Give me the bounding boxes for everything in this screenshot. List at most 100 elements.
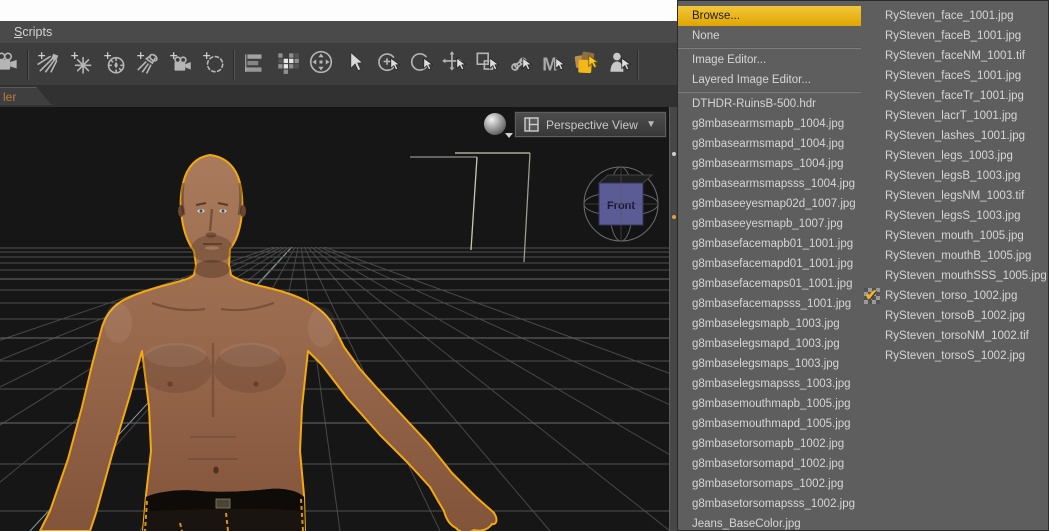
create-sun-light-button[interactable]: + — [98, 46, 131, 84]
menu-item[interactable]: RySteven_faceNM_1001.tif — [861, 46, 1048, 66]
menu-item[interactable]: RySteven_faceS_1001.jpg — [861, 66, 1048, 86]
menu-item[interactable]: RySteven_mouth_1005.jpg — [861, 226, 1048, 246]
menu-item[interactable]: RySteven_legsS_1003.jpg — [861, 206, 1048, 226]
svg-text:+: + — [136, 49, 145, 62]
pointer-tool-button[interactable] — [337, 46, 370, 84]
menu-item[interactable]: RySteven_lacrT_1001.jpg — [861, 106, 1048, 126]
menu-item-label: g8mbaseeyesmapb_1007.jpg — [692, 218, 843, 230]
menu-item-label: RySteven_faceS_1001.jpg — [885, 70, 1022, 82]
menu-item-label: g8mbasearmsmapb_1004.jpg — [692, 118, 845, 130]
menu-item[interactable]: DTHDR-RuinsB-500.hdr — [678, 94, 861, 114]
menu-item[interactable]: g8mbasefacemapb01_1001.jpg — [678, 234, 861, 254]
create-spotlight-icon: + — [135, 49, 161, 80]
top-white-strip — [0, 0, 677, 21]
menu-item-label: g8mbasefacemapb01_1001.jpg — [692, 238, 854, 250]
translate-tool-button[interactable] — [436, 46, 469, 84]
create-point-light-button[interactable]: + — [65, 46, 98, 84]
menu-item[interactable]: None — [678, 26, 861, 46]
menu-item[interactable]: RySteven_mouthB_1005.jpg — [861, 246, 1048, 266]
menu-item[interactable]: RySteven_legs_1003.jpg — [861, 146, 1048, 166]
menu-item[interactable]: g8mbasemouthmapb_1005.jpg — [678, 394, 861, 414]
draw-style-caret-icon[interactable] — [505, 133, 513, 138]
menu-item[interactable]: g8mbaseeyesmap02d_1007.jpg — [678, 194, 861, 214]
create-distant-light-icon: + — [36, 49, 62, 80]
scene-pane-button[interactable] — [238, 46, 271, 84]
menu-item-label: g8mbaselegsmapb_1003.jpg — [692, 318, 840, 330]
scene-pane-icon — [242, 49, 268, 80]
menu-item[interactable]: g8mbasefacemaps01_1001.jpg — [678, 274, 861, 294]
menu-item[interactable]: g8mbaselegsmaps_1003.jpg — [678, 354, 861, 374]
menu-item[interactable]: RySteven_faceB_1001.jpg — [861, 26, 1048, 46]
pane-tab[interactable]: ler — [0, 87, 52, 105]
joint-editor-tool-button[interactable] — [502, 46, 535, 84]
menu-item[interactable]: g8mbasetorsomapb_1002.jpg — [678, 434, 861, 454]
menu-item[interactable]: g8mbasemouthmapd_1005.jpg — [678, 414, 861, 434]
menu-item-label: g8mbaselegsmaps_1003.jpg — [692, 358, 840, 370]
menu-item[interactable]: RySteven_face_1001.jpg — [861, 6, 1048, 26]
menu-item[interactable]: g8mbasetorsomaps_1002.jpg — [678, 474, 861, 494]
menu-item-label: RySteven_legsS_1003.jpg — [885, 210, 1021, 222]
menu-item-label: RySteven_faceB_1001.jpg — [885, 30, 1022, 42]
menu-item[interactable]: Browse... — [678, 6, 861, 26]
viewport-pan-button[interactable] — [304, 46, 337, 84]
menu-item[interactable]: g8mbasearmsmapsss_1004.jpg — [678, 174, 861, 194]
rotate-tool-icon — [407, 49, 434, 80]
menu-item-label: g8mbasetorsomapsss_1002.jpg — [692, 498, 856, 510]
view-cube[interactable]: Front — [583, 166, 659, 242]
menu-item-label: Layered Image Editor... — [692, 74, 811, 86]
create-distant-light-button[interactable]: + — [32, 46, 65, 84]
menu-item[interactable]: g8mbaselegsmapsss_1003.jpg — [678, 374, 861, 394]
menu-item[interactable]: RySteven_lashes_1001.jpg — [861, 126, 1048, 146]
menu-item[interactable]: g8mbasefacemapsss_1001.jpg — [678, 294, 861, 314]
create-null-button[interactable]: + — [197, 46, 230, 84]
menu-item[interactable]: g8mbaselegsmapd_1003.jpg — [678, 334, 861, 354]
scale-tool-button[interactable] — [469, 46, 502, 84]
menu-item[interactable]: RySteven_legsNM_1003.tif — [861, 186, 1048, 206]
create-camera-button[interactable]: + — [164, 46, 197, 84]
menu-item[interactable]: Layered Image Editor... — [678, 70, 861, 90]
animate-tool-button[interactable]: M — [535, 46, 568, 84]
menu-scripts[interactable]: Scripts — [0, 25, 62, 39]
menu-item[interactable]: g8mbaselegsmapb_1003.jpg — [678, 314, 861, 334]
create-spotlight-button[interactable]: + — [131, 46, 164, 84]
menu-item-label: Jeans_BaseColor.jpg — [692, 518, 801, 530]
translate-tool-icon — [440, 49, 467, 80]
surface-selection-tool-button[interactable] — [568, 46, 601, 84]
menu-item[interactable]: g8mbasetorsomapd_1002.jpg — [678, 454, 861, 474]
rotate-orbit-tool-button[interactable] — [370, 46, 403, 84]
menu-item[interactable]: RySteven_torso_1002.jpg — [861, 286, 1048, 306]
menu-item[interactable]: RySteven_legsB_1003.jpg — [861, 166, 1048, 186]
new-camera-button[interactable] — [0, 46, 24, 84]
menu-item-label: g8mbasefacemaps01_1001.jpg — [692, 278, 853, 290]
menu-item[interactable]: Jeans_BaseColor.jpg — [678, 514, 861, 531]
rotate-tool-button[interactable] — [403, 46, 436, 84]
menu-item[interactable]: g8mbasearmsmapb_1004.jpg — [678, 114, 861, 134]
menu-item[interactable]: RySteven_mouthSSS_1005.jpg — [861, 266, 1048, 286]
menu-item[interactable]: g8mbasearmsmaps_1004.jpg — [678, 154, 861, 174]
figure-selection-tool-button[interactable] — [601, 46, 634, 84]
menu-item[interactable]: g8mbasefacemapd01_1001.jpg — [678, 254, 861, 274]
menu-item[interactable]: g8mbasearmsmapd_1004.jpg — [678, 134, 861, 154]
tile-layout-button[interactable] — [271, 46, 304, 84]
joint-editor-tool-icon — [506, 49, 533, 80]
menu-item[interactable]: RySteven_torsoS_1002.jpg — [861, 346, 1048, 366]
menu-item-label: Image Editor... — [692, 54, 767, 66]
view-selector-dropdown[interactable]: Perspective View ▼ — [514, 111, 667, 138]
viewport-3d[interactable]: Front Perspective View ▼ — [0, 107, 677, 531]
scene-canvas[interactable]: Front — [0, 107, 677, 531]
menu-item-label: g8mbasetorsomapb_1002.jpg — [692, 438, 845, 450]
character-jeans[interactable] — [143, 488, 305, 531]
menu-item[interactable]: RySteven_faceTr_1001.jpg — [861, 86, 1048, 106]
create-null-icon: + — [201, 49, 227, 80]
menu-item[interactable]: g8mbaseeyesmapb_1007.jpg — [678, 214, 861, 234]
menu-item[interactable]: RySteven_torsoB_1002.jpg — [861, 306, 1048, 326]
menu-item-label: g8mbaselegsmapsss_1003.jpg — [692, 378, 851, 390]
menu-item[interactable]: Image Editor... — [678, 50, 861, 70]
surface-selection-tool-icon — [572, 49, 599, 80]
draw-style-ball-icon[interactable] — [484, 113, 506, 135]
menu-item[interactable]: g8mbasetorsomapsss_1002.jpg — [678, 494, 861, 514]
menu-item[interactable]: RySteven_torsoNM_1002.tif — [861, 326, 1048, 346]
menu-item-label: g8mbasearmsmapd_1004.jpg — [692, 138, 845, 150]
menu-item-label: g8mbaseeyesmap02d_1007.jpg — [692, 198, 856, 210]
left-region: Scripts + + + + + + M ler Front Perspect… — [0, 0, 678, 531]
